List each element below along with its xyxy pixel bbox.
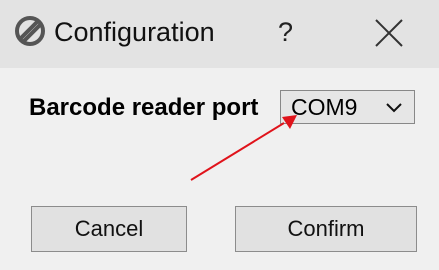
port-label: Barcode reader port <box>29 94 259 121</box>
chevron-down-icon <box>386 103 402 113</box>
title-bar: Configuration ? <box>0 0 439 68</box>
cancel-button[interactable]: Cancel <box>31 206 187 252</box>
port-select[interactable]: COM9 <box>280 90 415 124</box>
app-icon <box>15 16 45 46</box>
close-icon[interactable] <box>372 18 406 48</box>
window-title: Configuration <box>54 17 215 47</box>
help-button[interactable]: ? <box>278 16 293 48</box>
confirm-button[interactable]: Confirm <box>235 206 417 252</box>
port-select-value: COM9 <box>291 94 358 120</box>
